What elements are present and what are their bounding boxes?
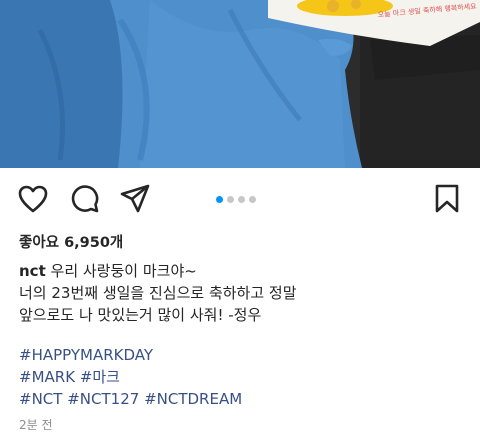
caption-line: 앞으로도 나 맛있는거 많이 사줘! -정우 bbox=[19, 306, 262, 324]
post-timestamp: 2분 전 bbox=[19, 418, 53, 432]
hashtag-link[interactable]: #마크 bbox=[80, 368, 120, 386]
share-button[interactable] bbox=[120, 184, 150, 218]
hashtag-link[interactable]: #HAPPYMARKDAY bbox=[19, 346, 153, 364]
carousel-indicator bbox=[216, 196, 256, 204]
paper-plane-icon bbox=[120, 184, 150, 213]
post-caption: nct 우리 사랑둥이 마크야~ 너의 23번째 생일을 진심으로 축하하고 정… bbox=[19, 260, 469, 326]
hashtag-link[interactable]: #NCTDREAM bbox=[144, 390, 242, 408]
like-count[interactable]: 좋아요 6,950개 bbox=[19, 231, 123, 252]
comment-bubble-icon bbox=[71, 185, 99, 213]
carousel-dot bbox=[249, 196, 256, 203]
carousel-dot bbox=[216, 196, 223, 203]
comment-button[interactable] bbox=[70, 184, 99, 217]
post-photo-image: 오늘 마크 생일 축하해 행복하세요 bbox=[0, 0, 480, 168]
hashtag-line: #NCT #NCT127 #NCTDREAM bbox=[19, 388, 242, 410]
caption-line: 너의 23번째 생일을 진심으로 축하하고 정말 bbox=[19, 284, 297, 302]
hashtag-line: #MARK #마크 bbox=[19, 366, 242, 388]
caption-text: 우리 사랑둥이 마크야~ bbox=[45, 262, 197, 280]
carousel-dot bbox=[227, 196, 234, 203]
post-photo[interactable]: 오늘 마크 생일 축하해 행복하세요 bbox=[0, 0, 480, 168]
hashtag-link[interactable]: #MARK bbox=[19, 368, 75, 386]
heart-icon bbox=[18, 185, 48, 213]
caption-first-line: nct 우리 사랑둥이 마크야~ bbox=[19, 260, 469, 282]
save-button[interactable] bbox=[434, 184, 460, 218]
hashtags: #HAPPYMARKDAY #MARK #마크 #NCT #NCT127 #NC… bbox=[19, 344, 242, 410]
carousel-dot bbox=[238, 196, 245, 203]
bookmark-icon bbox=[435, 184, 459, 213]
like-button[interactable] bbox=[18, 185, 48, 217]
hashtag-link[interactable]: #NCT bbox=[19, 390, 62, 408]
hashtag-link[interactable]: #NCT127 bbox=[67, 390, 139, 408]
hashtag-line: #HAPPYMARKDAY bbox=[19, 344, 242, 366]
username[interactable]: nct bbox=[19, 262, 46, 280]
